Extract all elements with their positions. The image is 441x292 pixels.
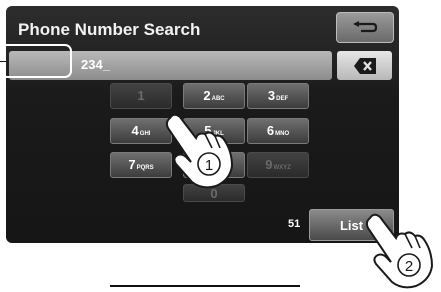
key-digit: 2 xyxy=(203,88,211,103)
phone-number-value: 234_ xyxy=(81,57,110,72)
pointing-hand-icon: 2 xyxy=(365,213,434,289)
key-3[interactable]: 3 DEF xyxy=(247,83,309,109)
key-2[interactable]: 2 ABC xyxy=(183,83,245,109)
pointing-hand-icon: 1 xyxy=(165,113,234,189)
key-digit: 3 xyxy=(267,88,276,103)
key-digit: 9 xyxy=(265,157,273,172)
key-letters: ABC xyxy=(211,96,225,102)
callout-leader-line xyxy=(0,61,6,62)
key-1[interactable]: 1 xyxy=(110,83,172,109)
key-6[interactable]: 6 MNO xyxy=(247,118,309,144)
key-letters: MNO xyxy=(275,131,290,137)
manual-figure: Phone Number Search 234_ 1 2 ABC 3 DEF 4… xyxy=(0,0,441,292)
key-digit: 4 xyxy=(131,123,139,138)
return-arrow-icon xyxy=(353,20,378,32)
key-letters: WXYZ xyxy=(273,165,291,171)
key-letters: DEF xyxy=(276,96,289,102)
page-title: Phone Number Search xyxy=(18,20,201,39)
key-digit: 6 xyxy=(266,123,275,138)
key-digit: 1 xyxy=(137,88,145,103)
result-count: 51 xyxy=(288,218,301,230)
step-2-number: 2 xyxy=(405,258,413,275)
key-digit: 7 xyxy=(128,157,136,172)
field-highlight-box xyxy=(0,44,72,78)
key-9[interactable]: 9 WXYZ xyxy=(247,152,309,178)
key-letters: PQRS xyxy=(136,165,154,171)
divider-line xyxy=(110,285,300,287)
back-button[interactable] xyxy=(336,12,394,43)
key-letters: GHI xyxy=(139,131,151,137)
step-1-number: 1 xyxy=(205,157,213,174)
delete-button[interactable] xyxy=(337,51,392,80)
backspace-icon xyxy=(353,57,376,74)
